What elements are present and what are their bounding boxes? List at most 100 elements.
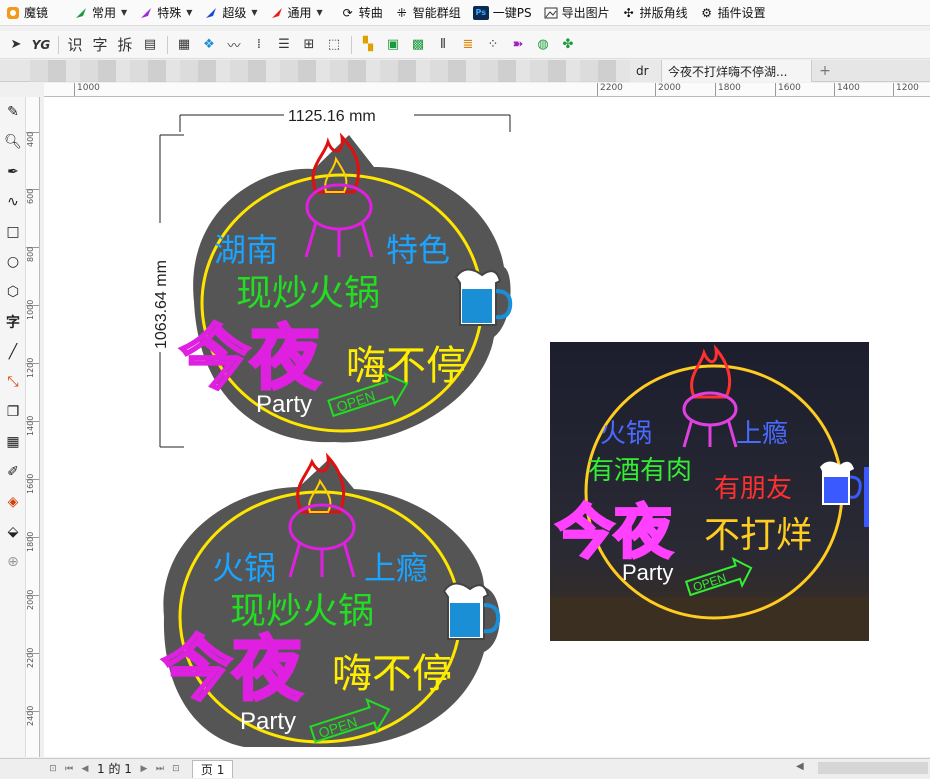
ruler-tick: 1400 — [834, 83, 860, 96]
dots-icon[interactable]: ⁘ — [481, 34, 505, 56]
eyedropper-icon[interactable]: ✐ — [0, 457, 26, 487]
menu-super[interactable]: 超级 ▼ — [198, 0, 263, 26]
add-tab-button[interactable]: + — [816, 62, 834, 80]
ellipse-icon[interactable]: ○ — [0, 247, 26, 277]
photo-right-edge-glow — [864, 467, 869, 527]
gear-icon: ⚙ — [701, 5, 712, 20]
zoom-icon[interactable]: 🔍︎ — [0, 127, 26, 157]
font-button[interactable]: 字 — [88, 34, 112, 56]
connector-icon[interactable]: ⤡ — [0, 367, 26, 397]
add-tool-icon[interactable]: ⊕ — [0, 547, 26, 577]
neon-sign-1[interactable]: 湖南 特色 现炒火锅 今夜 嗨不停 Party OPEN — [179, 132, 513, 443]
red-arrow-icon — [270, 6, 284, 20]
page-add-icon[interactable]: ⊡ — [46, 762, 60, 776]
menu-crop-marks[interactable]: ✣ 拼版角线 — [616, 0, 694, 26]
menu-plugin-settings[interactable]: ⚙ 插件设置 — [694, 0, 772, 26]
photoshop-icon: Ps — [472, 5, 489, 20]
ruler-top: 1000 2200 2000 1800 1600 1400 1200 — [44, 83, 930, 97]
ruler-tick: 1200 — [26, 358, 39, 378]
select-box-icon[interactable]: ⬚ — [322, 34, 346, 56]
menu-common[interactable]: 常用 ▼ — [68, 0, 133, 26]
canvas-svg: 1125.16 mm 1063.64 mm 湖南 特色 现炒火锅 今夜 嗨不停 … — [153, 108, 869, 749]
menu-one-click-ps[interactable]: Ps 一键PS — [467, 0, 538, 26]
curve-icon[interactable]: ∿ — [0, 187, 26, 217]
align-icon[interactable]: ⫴ — [431, 34, 455, 56]
photo-background — [550, 342, 869, 641]
green-image-icon[interactable]: ▩ — [406, 34, 430, 56]
first-page-icon[interactable]: ⏮ — [62, 762, 76, 776]
ruler-tick: 1400 — [26, 416, 39, 436]
ruler-tick: 800 — [26, 247, 39, 262]
ruler-tick: 1800 — [26, 532, 39, 552]
next-page-icon[interactable]: ▶ — [137, 762, 151, 776]
menu-general[interactable]: 通用 ▼ — [264, 0, 329, 26]
horizontal-scrollbar[interactable] — [818, 762, 928, 774]
separator — [58, 35, 59, 54]
text-tool-icon[interactable]: 字 — [0, 307, 26, 337]
orange-bars-icon[interactable]: ≣ — [456, 34, 480, 56]
menu-export-image[interactable]: 导出图片 — [538, 0, 616, 26]
ruler-left: 400 600 800 1000 1200 1400 1600 1800 200… — [26, 97, 40, 757]
last-page-icon[interactable]: ⏭ — [153, 762, 167, 776]
drawing-canvas[interactable]: 1125.16 mm 1063.64 mm 湖南 特色 现炒火锅 今夜 嗨不停 … — [44, 97, 930, 757]
menu-label: 智能群组 — [412, 6, 461, 20]
image-icon — [544, 6, 558, 20]
menu-smart-group[interactable]: ⁜ 智能群组 — [389, 0, 467, 26]
lines-icon[interactable]: ☰ — [272, 34, 296, 56]
table-icon[interactable]: ▦ — [172, 34, 196, 56]
statusbar: ⊡ ⏮ ◀ 1 的 1 ▶ ⏭ ⊡ 页 1 ◀ — [0, 758, 930, 778]
ruler-tick: 400 — [26, 132, 39, 147]
distribute-icon[interactable]: ⁞ — [247, 34, 271, 56]
toolbar: ➤ YG 识 字 拆 ▤ ▦ ❖ 〰 ⁞ ☰ ⊞ ⬚ ▚ ▣ ▩ ⫴ ≣ ⁘ ➽… — [0, 31, 930, 59]
split-button[interactable]: 拆 — [113, 34, 137, 56]
wave-icon[interactable]: 〰 — [222, 34, 246, 56]
chevron-down-icon[interactable]: ▼ — [251, 8, 257, 17]
toolbox: ✎ 🔍︎ ✒ ∿ □ ○ ⬡ 字 ╱ ⤡ ❐ ▦ ✐ ◈ ⬙ ⊕ — [0, 97, 26, 757]
multi-color-icon[interactable]: ▚ — [356, 34, 380, 56]
scroll-left-icon[interactable]: ◀ — [796, 761, 804, 772]
pattern-icon[interactable]: ❖ — [197, 34, 221, 56]
smart-fill-icon[interactable]: ⬙ — [0, 517, 26, 547]
neon-photo-mockup[interactable]: 火锅 上瘾 有酒有肉 有朋友 今夜 不打烊 Party OPEN — [550, 342, 869, 641]
transparency-icon[interactable]: ▦ — [0, 427, 26, 457]
menu-mojing[interactable]: 魔镜 — [0, 0, 54, 26]
menu-convert-curve[interactable]: ⟳ 转曲 — [335, 0, 389, 26]
shadow-icon[interactable]: ❐ — [0, 397, 26, 427]
pointer-icon[interactable]: ➤ — [4, 34, 28, 56]
menu-label: 转曲 — [358, 6, 383, 20]
ruler-tick: 2200 — [26, 648, 39, 668]
prev-page-icon[interactable]: ◀ — [78, 762, 92, 776]
page-add-end-icon[interactable]: ⊡ — [169, 762, 183, 776]
menu-label: 拼版角线 — [639, 6, 688, 20]
recognize-button[interactable]: 识 — [63, 34, 87, 56]
line-icon[interactable]: ╱ — [0, 337, 26, 367]
nodes-icon[interactable]: ⊞ — [297, 34, 321, 56]
pen-icon[interactable]: ✒ — [0, 157, 26, 187]
ruler-tick: 2000 — [26, 590, 39, 610]
purple-arrow-tool-icon[interactable]: ➽ — [506, 34, 530, 56]
ruler-tick: 2200 — [597, 83, 623, 96]
blurred-tabs — [30, 60, 630, 82]
menu-special[interactable]: 特殊 ▼ — [133, 0, 198, 26]
fill-icon[interactable]: ◈ — [0, 487, 26, 517]
tab-partial[interactable]: dr — [630, 60, 662, 82]
image-frame-icon[interactable]: ▣ — [381, 34, 405, 56]
yg-button[interactable]: YG — [29, 34, 53, 56]
puzzle-icon[interactable]: ✤ — [556, 34, 580, 56]
page-tab[interactable]: 页 1 — [191, 759, 234, 778]
clipboard-icon[interactable]: ▤ — [138, 34, 162, 56]
separator — [167, 35, 168, 54]
rectangle-icon[interactable]: □ — [0, 217, 26, 247]
menubar: 魔镜 常用 ▼ 特殊 ▼ 超级 ▼ 通用 ▼ ⟳ 转曲 ⁜ 智能群组 Ps 一键PS 导… — [0, 0, 930, 26]
green-ball-icon[interactable]: ◍ — [531, 34, 555, 56]
neon-sign-2[interactable]: 火锅 上瘾 现炒火锅 今夜 嗨不停 Party OPEN — [161, 452, 501, 749]
sign2-party: Party — [240, 708, 296, 735]
photo-line1-right: 上瘾 — [736, 419, 788, 449]
tab-active-document[interactable]: 今夜不打烊嗨不停湖... — [662, 60, 812, 82]
menu-label: 一键PS — [492, 6, 532, 20]
chevron-down-icon[interactable]: ▼ — [186, 8, 192, 17]
pick-tool-icon[interactable]: ✎ — [0, 97, 26, 127]
polygon-icon[interactable]: ⬡ — [0, 277, 26, 307]
chevron-down-icon[interactable]: ▼ — [121, 8, 127, 17]
chevron-down-icon[interactable]: ▼ — [317, 8, 323, 17]
